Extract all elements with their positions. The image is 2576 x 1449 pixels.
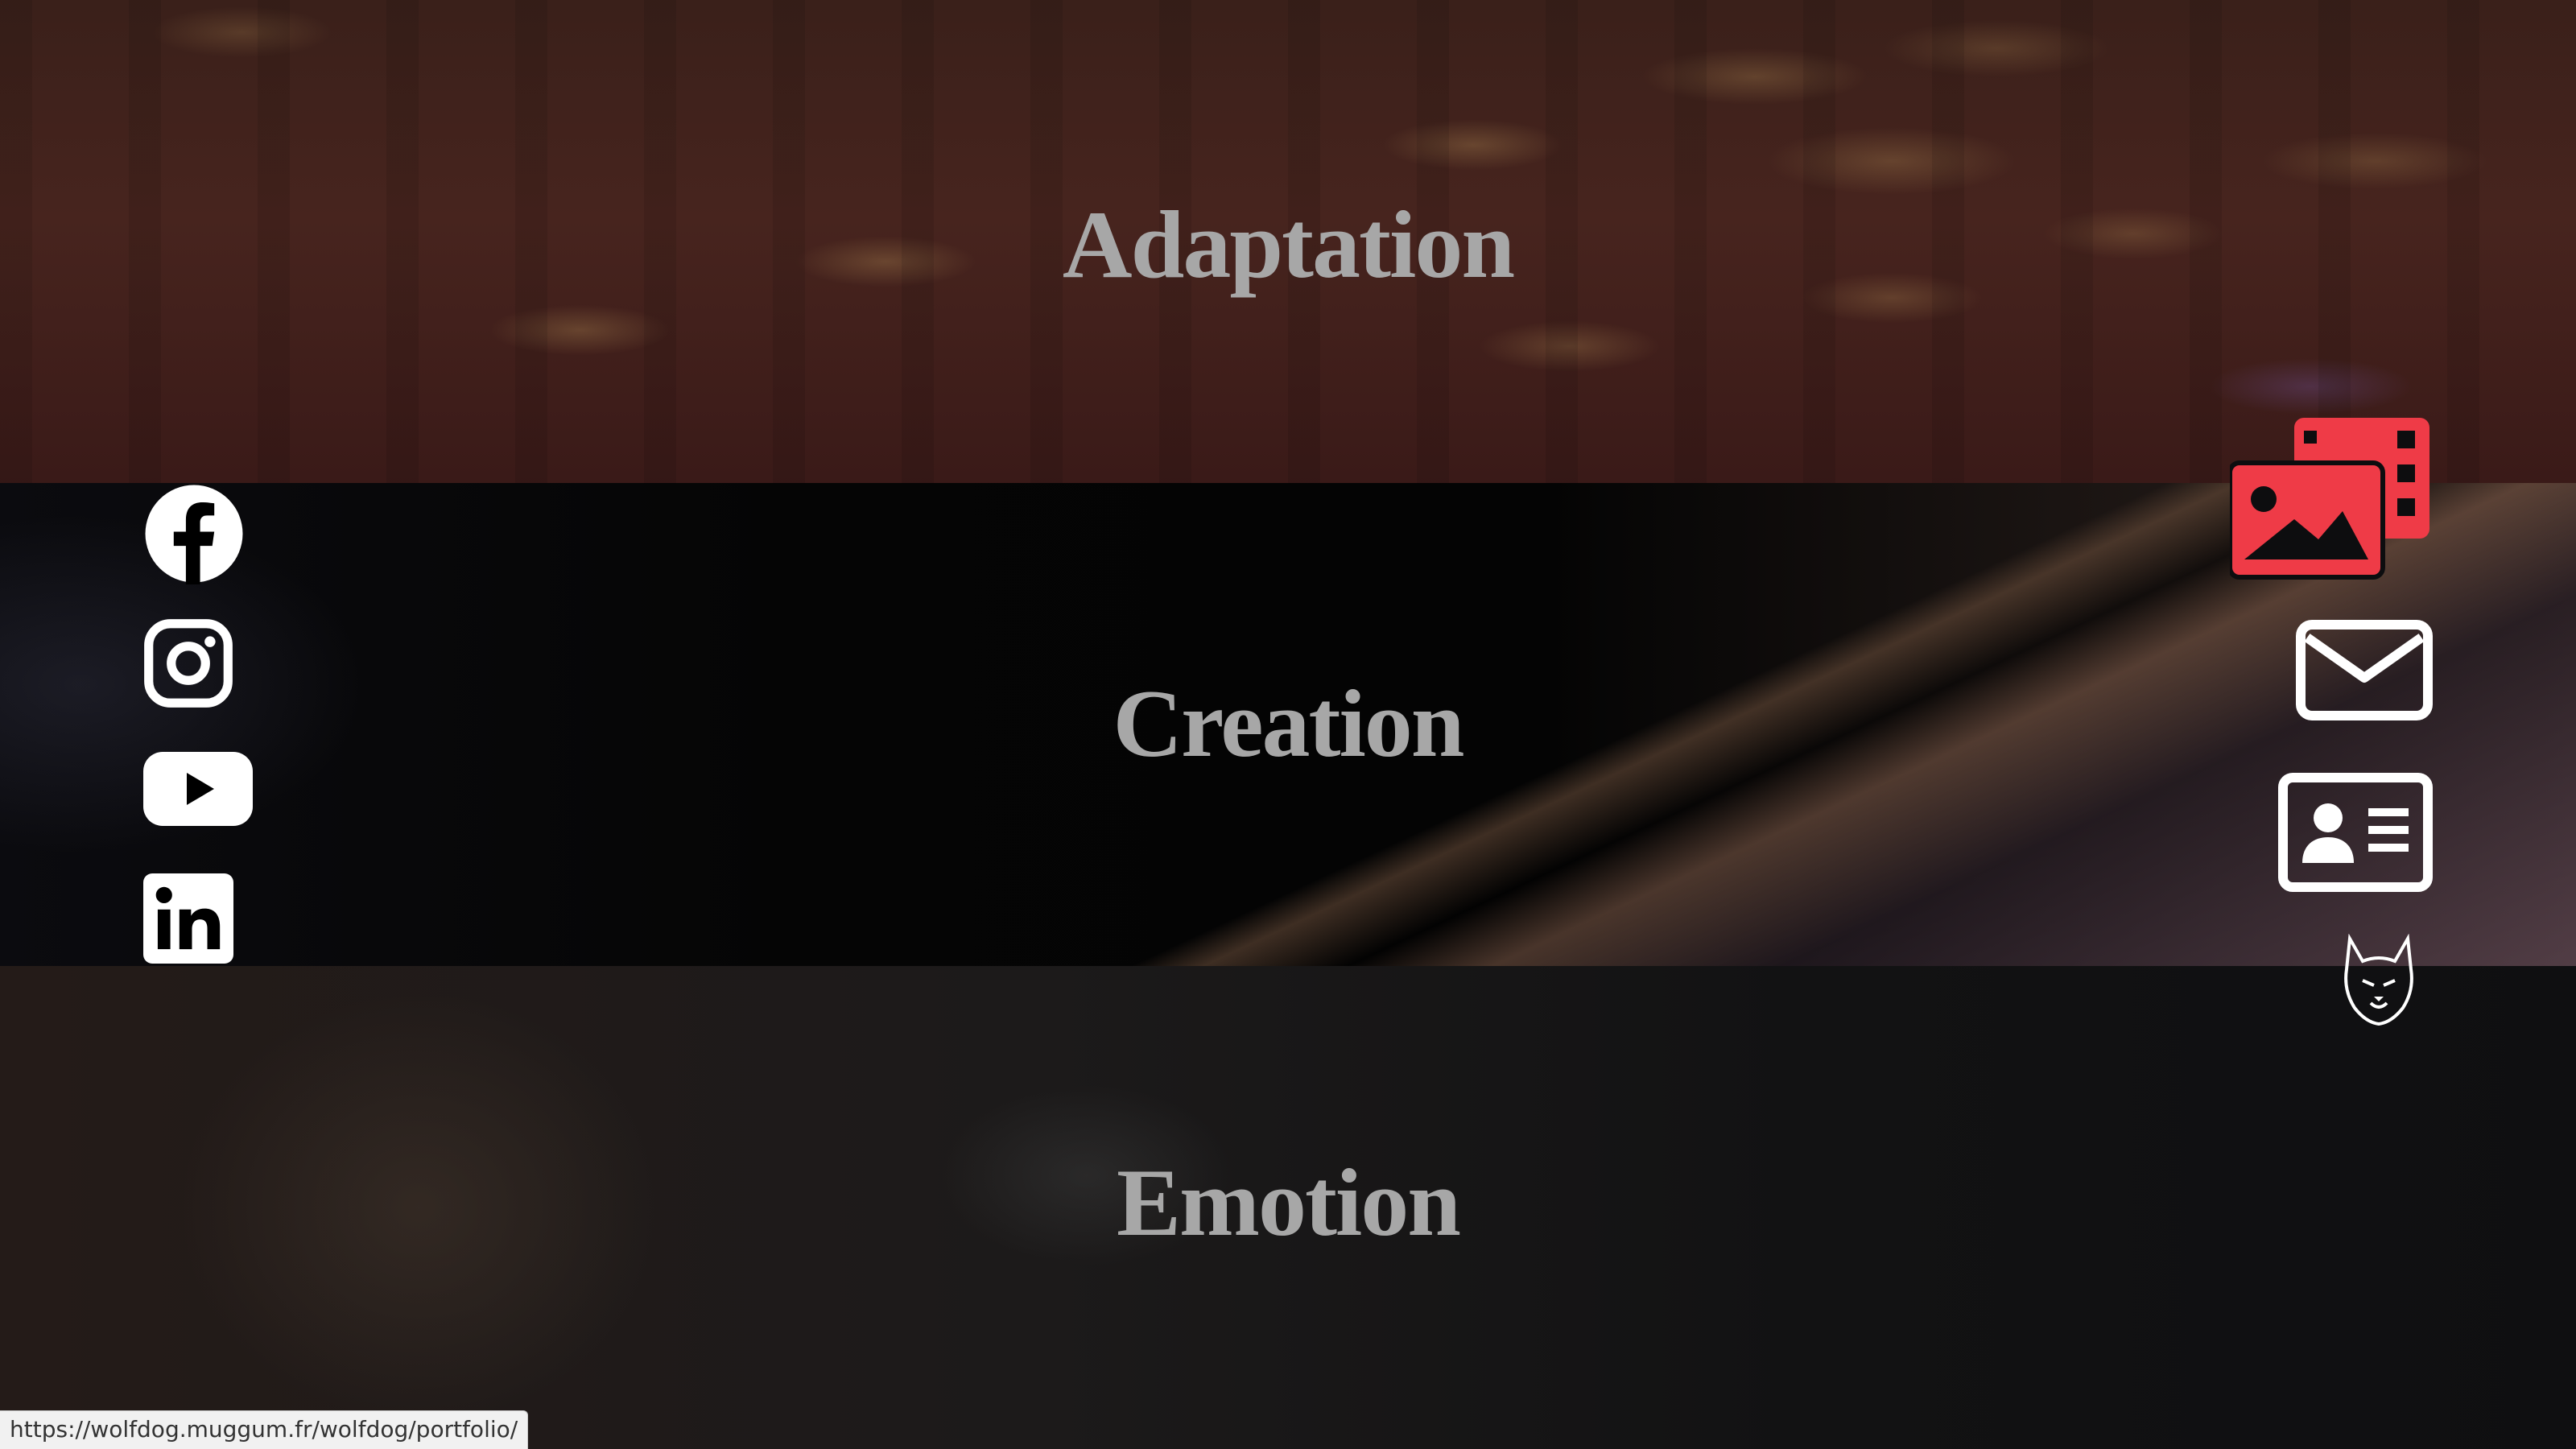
gallery-link[interactable] — [2230, 415, 2433, 580]
youtube-icon — [143, 752, 253, 826]
section-title-emotion: Emotion — [1116, 1149, 1461, 1256]
contact-card-link[interactable] — [2278, 773, 2433, 892]
section-adaptation: Adaptation — [0, 0, 2576, 483]
facebook-icon — [145, 485, 243, 584]
youtube-link[interactable] — [143, 749, 253, 829]
wolf-logo — [2344, 934, 2413, 1026]
contact-card-icon — [2278, 773, 2433, 892]
section-title-adaptation: Adaptation — [1062, 191, 1515, 298]
section-emotion: Emotion — [0, 966, 2576, 1449]
section-creation: Creation — [0, 483, 2576, 966]
wolf-logo-link[interactable] — [2339, 934, 2419, 1026]
linkedin-link[interactable] — [143, 873, 233, 964]
instagram-link[interactable] — [143, 618, 233, 708]
status-bar-url: https://wolfdog.muggum.fr/wolfdog/portfo… — [0, 1410, 529, 1449]
mail-link[interactable] — [2296, 620, 2433, 720]
section-title-creation: Creation — [1113, 670, 1464, 777]
mail-icon — [2296, 620, 2433, 720]
linkedin-icon — [143, 873, 233, 964]
instagram-icon — [144, 619, 233, 708]
gallery-icon — [2230, 418, 2429, 580]
facebook-link[interactable] — [143, 483, 245, 584]
